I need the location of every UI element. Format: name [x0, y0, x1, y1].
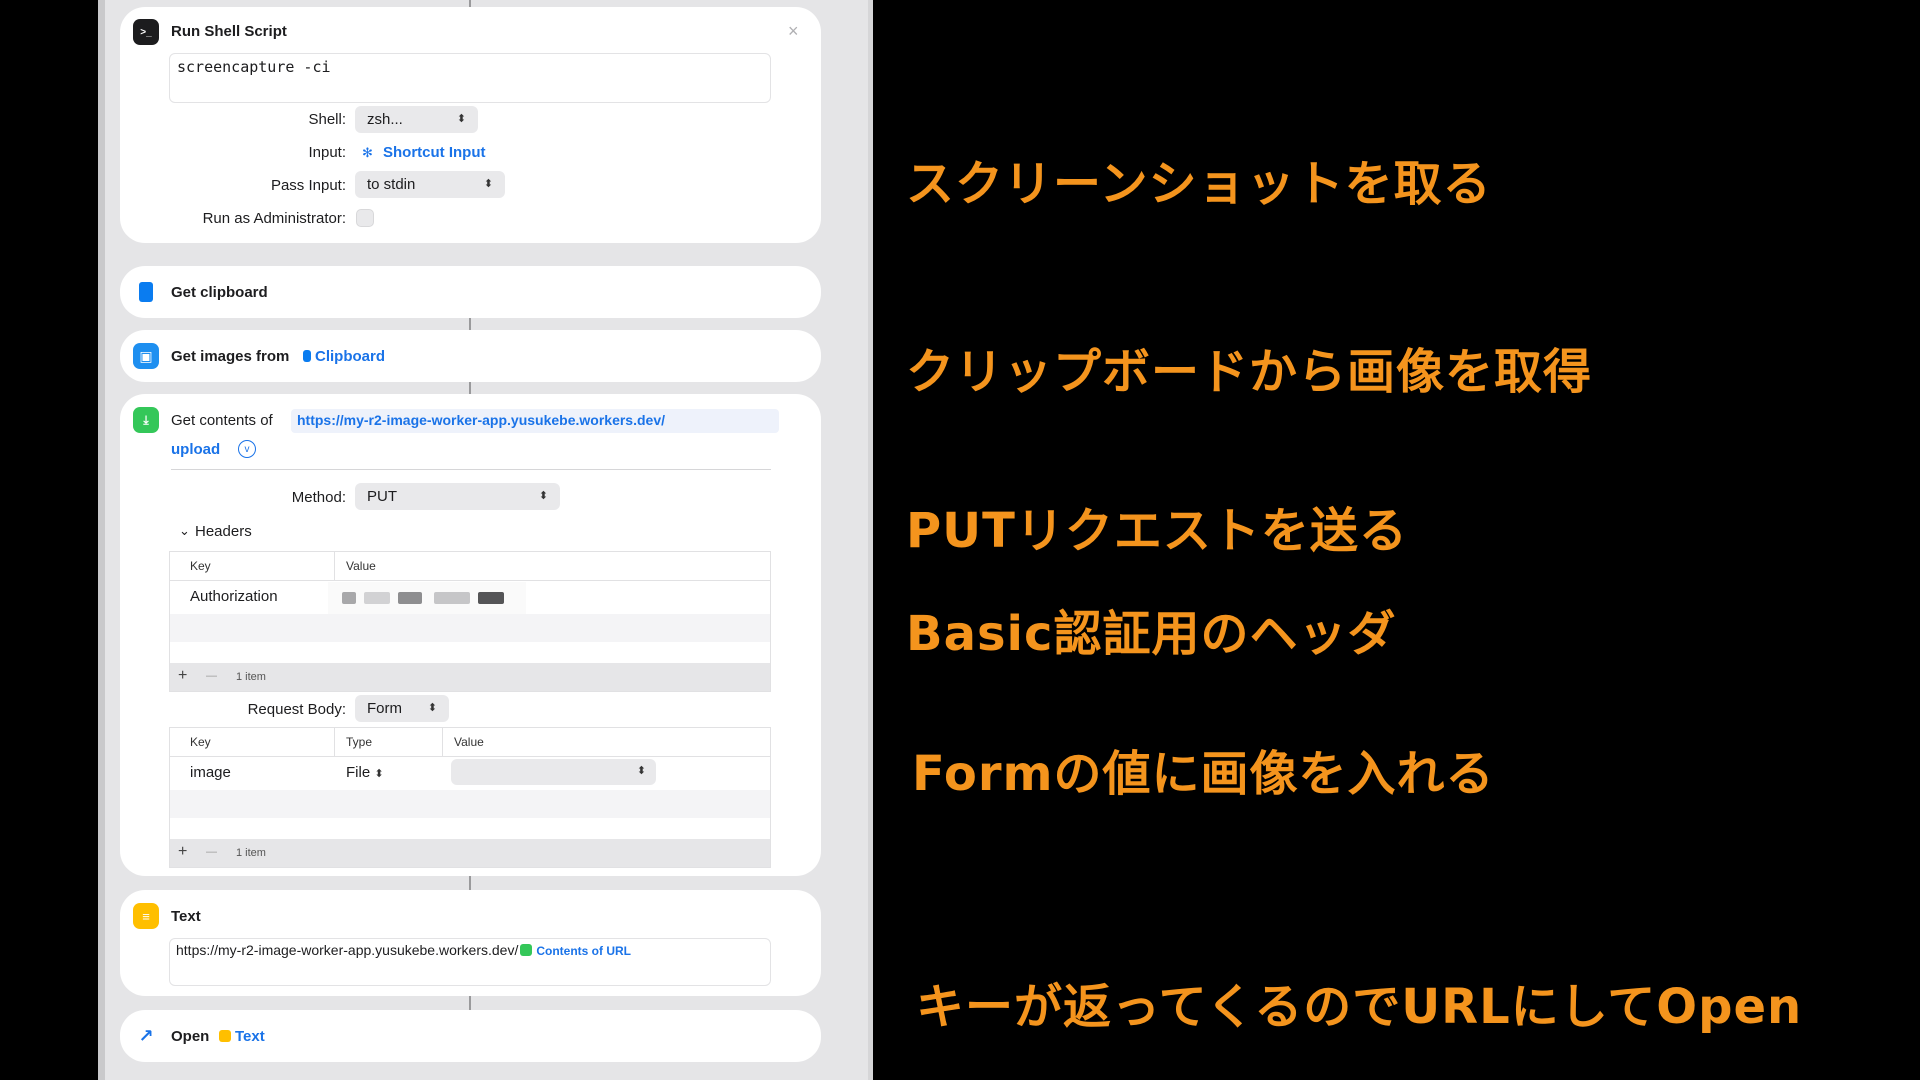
remove-row-button[interactable]: — [206, 670, 217, 682]
annotation-put-request: PUTリクエストを送る [906, 503, 1408, 559]
clipboard-token[interactable]: Clipboard [303, 348, 385, 365]
connector [469, 0, 471, 7]
empty-row [170, 614, 770, 642]
action-title: Get images from [171, 348, 290, 365]
column-header-key: Key [190, 559, 211, 573]
connector [469, 996, 471, 1010]
column-header-type: Type [346, 735, 373, 749]
method-select[interactable]: PUT ⬍ [355, 483, 560, 510]
add-row-button[interactable]: + [178, 667, 187, 685]
photo-icon: ▣ [133, 343, 159, 369]
annotation-form-value: Formの値に画像を入れる [912, 746, 1495, 802]
form-key-cell[interactable]: image [190, 764, 231, 781]
request-body-value: Form [367, 700, 402, 717]
connector [469, 382, 471, 394]
header-divider [170, 756, 770, 757]
column-header-value: Value [454, 735, 484, 749]
arrow-up-right-icon: ↗ [133, 1023, 159, 1049]
chevron-down-icon[interactable]: ⌄ [179, 523, 190, 539]
empty-row [170, 790, 770, 818]
text-token[interactable]: Text [219, 1028, 265, 1045]
divider [171, 469, 771, 470]
headers-table: Key Value Authorization + — 1 item [169, 551, 771, 692]
method-label: Method: [291, 489, 346, 506]
text-lines-icon [219, 1030, 231, 1042]
terminal-icon: >_ [133, 19, 159, 45]
annotation-clipboard: クリップボードから画像を取得 [906, 344, 1593, 400]
action-title: Open [171, 1028, 210, 1045]
shortcut-input-token[interactable]: Shortcut Input [383, 144, 485, 161]
text-token-label: Text [235, 1028, 265, 1045]
contents-of-url-token[interactable]: Contents of URL [536, 944, 631, 958]
column-header-key: Key [190, 735, 211, 749]
annotation-open-url: キーが返ってくるのでURLにしてOpen [916, 979, 1803, 1035]
url-part1[interactable]: https://my-r2-image-worker-app.yusukebe.… [297, 412, 665, 428]
admin-checkbox[interactable] [356, 209, 374, 227]
header-value-cell[interactable] [328, 582, 526, 614]
download-icon [520, 944, 533, 956]
updown-chevron-icon: ⬍ [456, 113, 466, 125]
clipboard-token-label: Clipboard [315, 348, 385, 365]
clipboard-icon [133, 279, 159, 305]
download-icon: ⤓ [133, 407, 159, 433]
shell-value: zsh... [367, 111, 403, 128]
close-icon[interactable]: × [788, 21, 799, 42]
headers-toggle[interactable]: Headers [195, 523, 252, 540]
admin-label: Run as Administrator: [202, 210, 346, 227]
redacted-value [434, 592, 470, 604]
shortcut-input-icon: ✻ [362, 145, 373, 160]
table-footer: + — 1 item [170, 839, 770, 867]
updown-chevron-icon: ⬍ [636, 765, 646, 777]
row-count: 1 item [236, 671, 266, 683]
action-title: Run Shell Script [171, 23, 287, 40]
pass-input-select[interactable]: to stdin ⬍ [355, 171, 505, 198]
redacted-value [342, 592, 356, 604]
redacted-value [478, 592, 504, 604]
header-divider [170, 580, 770, 581]
row-count: 1 item [236, 847, 266, 859]
form-value-select[interactable]: ⬍ [451, 759, 656, 785]
text-lines-icon: ≡ [133, 903, 159, 929]
text-url: https://my-r2-image-worker-app.yusukebe.… [176, 942, 519, 958]
header-key-cell[interactable]: Authorization [190, 588, 278, 605]
column-separator [442, 728, 443, 756]
form-type-value: File [346, 764, 371, 781]
shell-label: Shell: [308, 111, 346, 128]
form-type-select[interactable]: File ⬍ [346, 764, 384, 781]
connector [469, 318, 471, 330]
shell-select[interactable]: zsh... ⬍ [355, 106, 478, 133]
action-title: Text [171, 908, 201, 925]
action-title: Get clipboard [171, 284, 268, 301]
updown-chevron-icon: ⬍ [427, 702, 437, 714]
script-text[interactable]: screencapture -ci [177, 58, 331, 76]
form-table: Key Type Value image File ⬍ ⬍ + — 1 item [169, 727, 771, 868]
table-footer: + — 1 item [170, 663, 770, 691]
updown-chevron-icon: ⬍ [374, 768, 384, 780]
updown-chevron-icon: ⬍ [538, 490, 548, 502]
text-content[interactable]: https://my-r2-image-worker-app.yusukebe.… [176, 942, 631, 958]
request-body-label: Request Body: [247, 701, 346, 718]
column-separator [334, 552, 335, 580]
connector [469, 876, 471, 890]
annotation-screenshot: スクリーンショットを取る [906, 156, 1492, 212]
annotation-basic-auth: Basic認証用のヘッダ [906, 606, 1397, 662]
chevron-down-icon[interactable]: v [238, 440, 256, 458]
request-body-select[interactable]: Form ⬍ [355, 695, 449, 722]
pass-input-value: to stdin [367, 176, 416, 193]
pass-input-label: Pass Input: [270, 177, 346, 194]
clipboard-icon [303, 350, 311, 362]
column-header-value: Value [346, 559, 376, 573]
method-value: PUT [367, 488, 397, 505]
redacted-value [364, 592, 390, 604]
column-separator [334, 728, 335, 756]
input-label: Input: [308, 144, 346, 161]
url-part2[interactable]: upload [171, 441, 220, 458]
add-row-button[interactable]: + [178, 843, 187, 861]
remove-row-button[interactable]: — [206, 846, 217, 858]
action-title: Get contents of [171, 412, 273, 429]
updown-chevron-icon: ⬍ [483, 178, 493, 190]
redacted-value [398, 592, 422, 604]
